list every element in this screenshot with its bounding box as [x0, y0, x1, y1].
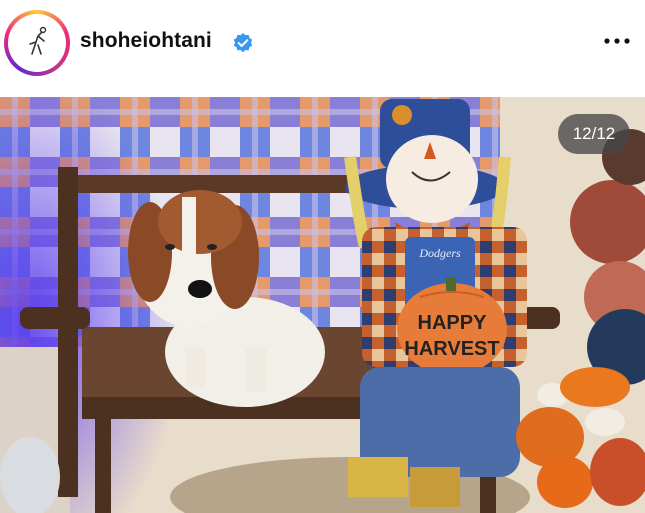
- avatar[interactable]: [4, 10, 70, 76]
- pumpkin-text-line1: HAPPY: [418, 312, 488, 334]
- verified-badge-icon: [233, 33, 253, 53]
- pumpkin-text-line2: HARVEST: [404, 338, 499, 360]
- photo-scene: Dodgers HAPPY HARVEST: [0, 97, 645, 513]
- post-photo[interactable]: Dodgers HAPPY HARVEST: [0, 97, 645, 513]
- post-header: shoheiohtani: [0, 0, 645, 90]
- username[interactable]: shoheiohtani: [80, 29, 212, 53]
- avatar-image: [8, 14, 66, 72]
- avatar-sketch-icon: [29, 26, 47, 55]
- more-options-icon[interactable]: [602, 30, 632, 52]
- shirt-text: Dodgers: [418, 246, 461, 260]
- carousel-counter: 12/12: [558, 114, 630, 154]
